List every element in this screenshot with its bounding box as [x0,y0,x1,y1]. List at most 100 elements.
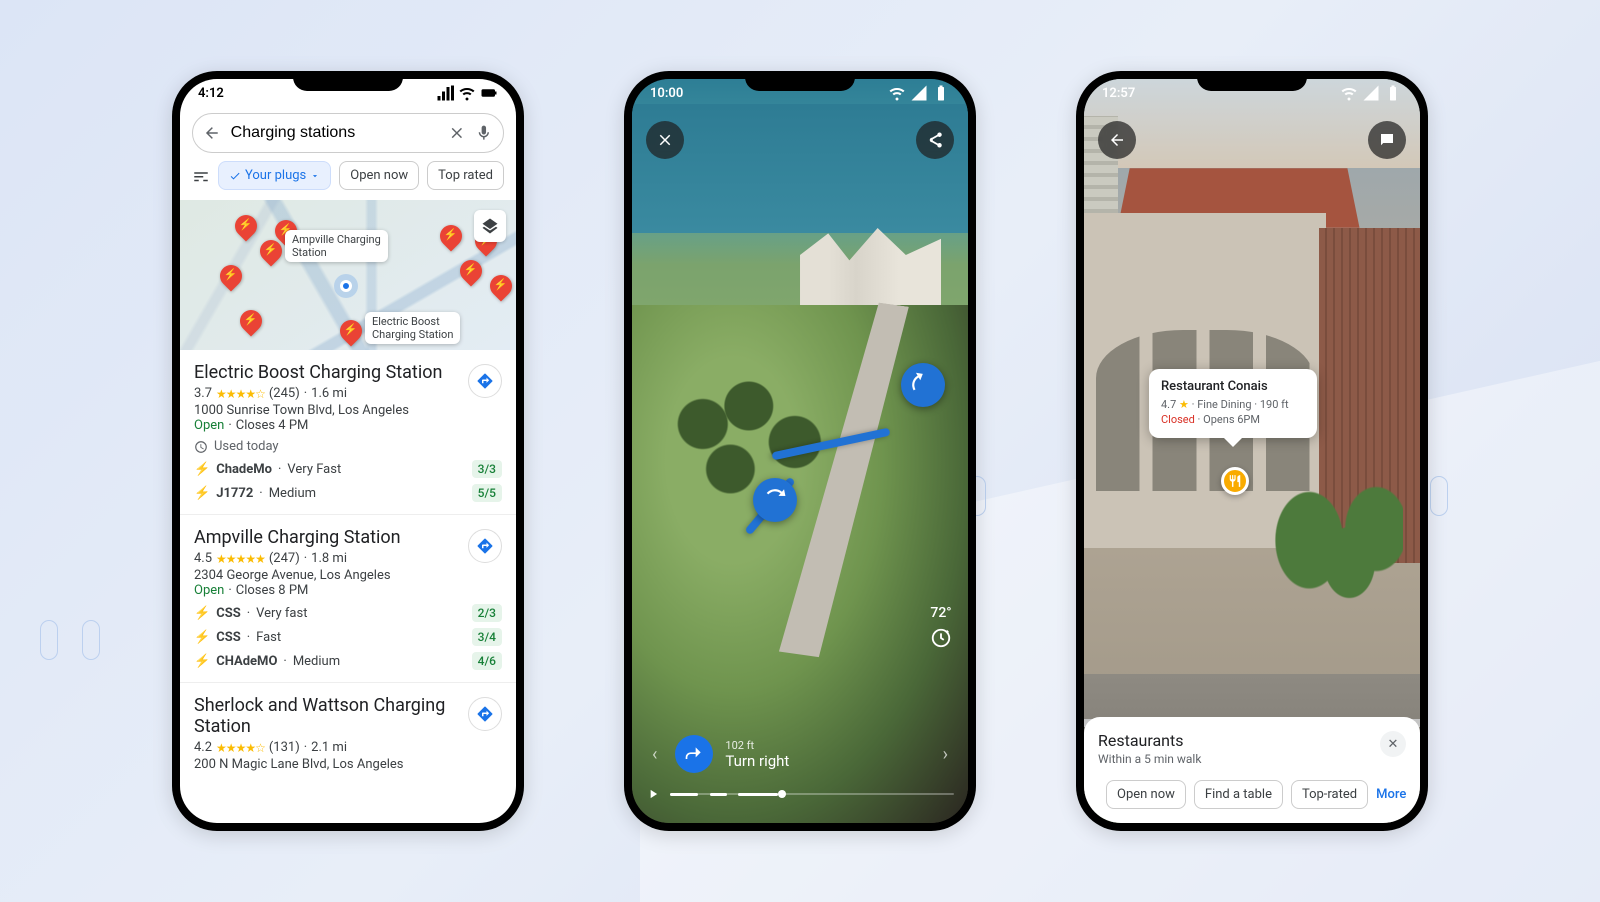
place-tooltip[interactable]: Restaurant Conais 4.7 ★ · Fine Dining · … [1149,369,1317,438]
result-item[interactable]: Sherlock and Wattson Charging Station 4.… [180,682,516,784]
play-icon[interactable] [646,787,660,801]
restaurant-icon [1228,474,1242,488]
check-icon [229,170,241,182]
wifi-icon [888,84,906,102]
wifi-icon [458,84,476,102]
map-label-electric[interactable]: Electric Boost Charging Station [365,312,460,344]
close-icon [656,131,674,149]
signal-icon [1362,84,1380,102]
nav-distance: 102 ft [725,739,924,752]
bolt-icon: ⚡ [194,606,210,621]
phone-charging-stations: 4:12 Your plugs Open now Top [172,71,524,831]
availability-badge: 2/3 [472,604,502,622]
bolt-icon: ⚡ [194,630,210,645]
filter-top-rated[interactable]: Top rated [427,161,504,190]
rating-stars-icon: ★★★★☆ [216,741,265,755]
clear-icon[interactable] [448,124,466,142]
directions-button[interactable] [468,697,502,731]
results-list: Electric Boost Charging Station 3.7 ★★★★… [180,350,516,823]
sheet-subtitle: Within a 5 min walk [1098,752,1406,766]
directions-icon [476,372,494,390]
plug-row: ⚡CSS · Very fast 2/3 [194,604,502,622]
map-pin[interactable] [455,255,486,286]
share-button[interactable] [916,121,954,159]
result-title: Sherlock and Wattson Charging Station [194,695,502,737]
status-time: 12:57 [1102,86,1135,101]
result-address: 1000 Sunrise Town Blvd, Los Angeles [194,403,502,418]
phone-immersive-nav: 10:00 72° ‹ 102 ft [624,71,976,831]
chip-top-rated[interactable]: Top-rated [1291,780,1368,809]
map-pin[interactable] [230,210,261,241]
route-arrow-icon [753,478,797,522]
status-time: 4:12 [198,86,224,101]
status-icons [436,84,498,102]
availability-badge: 4/6 [472,652,502,670]
map-pin[interactable] [215,260,246,291]
plug-row: ⚡CSS · Fast 3/4 [194,628,502,646]
directions-button[interactable] [468,364,502,398]
clock-icon [194,440,208,454]
close-button[interactable] [646,121,684,159]
availability-badge: 3/4 [472,628,502,646]
map-pin[interactable] [435,220,466,251]
feedback-button[interactable] [1368,121,1406,159]
search-bar[interactable] [192,113,504,153]
result-address: 200 N Magic Lane Blvd, Los Angeles [194,757,502,772]
next-step-button[interactable]: › [937,738,954,771]
bolt-icon: ⚡ [194,462,210,477]
signal-icon [436,84,454,102]
result-title: Ampville Charging Station [194,527,502,548]
map-view[interactable]: Ampville Charging Station Electric Boost… [180,200,516,350]
turn-right-icon [675,735,713,773]
back-button[interactable] [1098,121,1136,159]
tune-icon[interactable] [192,167,210,185]
mic-icon[interactable] [475,124,493,142]
chip-find-table[interactable]: Find a table [1194,780,1283,809]
map-pin[interactable] [235,305,266,336]
directions-button[interactable] [468,529,502,563]
sheet-close-button[interactable]: ✕ [1380,731,1406,757]
time-icon [930,627,952,649]
filter-your-plugs[interactable]: Your plugs [218,161,331,190]
bolt-icon: ⚡ [194,486,210,501]
map-label-ampville[interactable]: Ampville Charging Station [285,230,388,262]
result-item[interactable]: Electric Boost Charging Station 3.7 ★★★★… [180,350,516,514]
bolt-icon: ⚡ [194,654,210,669]
plug-row: ⚡CHAdeMO · Medium 4/6 [194,652,502,670]
my-location-dot [340,280,352,292]
bottom-sheet[interactable]: ✕ Restaurants Within a 5 min walk Open n… [1084,717,1420,823]
map-pin[interactable] [485,270,516,301]
sheet-title: Restaurants [1098,731,1406,750]
filter-open-now[interactable]: Open now [339,161,419,190]
status-icons [888,84,950,102]
nav-instruction-bar: ‹ 102 ft Turn right › [646,735,954,773]
route-progress[interactable] [646,787,954,801]
availability-badge: 5/5 [472,484,502,502]
share-icon [926,131,944,149]
plug-row: ⚡J1772 · Medium 5/5 [194,484,502,502]
layers-button[interactable] [474,210,506,242]
phone-ar-view: 12:57 Restaurant Conais 4.7 ★ · Fine Din… [1076,71,1428,831]
result-address: 2304 George Avenue, Los Angeles [194,568,502,583]
rating-stars-icon: ★★★★☆ [216,387,265,401]
directions-icon [476,537,494,555]
back-arrow-icon [1108,131,1126,149]
weather-widget[interactable]: 72° [930,605,952,653]
battery-icon [1384,84,1402,102]
more-filters-link[interactable]: More [1376,787,1406,802]
nav-direction: Turn right [725,752,924,770]
rating-stars-icon: ★★★★★ [216,552,265,566]
back-arrow-icon[interactable] [203,124,221,142]
dropdown-icon [310,171,320,181]
search-input[interactable] [231,124,438,142]
ar-place-pin[interactable] [1221,467,1249,495]
chip-open-now[interactable]: Open now [1106,780,1186,809]
battery-icon [932,84,950,102]
map-pin[interactable] [335,315,366,346]
place-name: Restaurant Conais [1161,379,1305,394]
feedback-icon [1378,131,1396,149]
result-item[interactable]: Ampville Charging Station 4.5 ★★★★★ (247… [180,514,516,682]
directions-icon [476,705,494,723]
star-icon: ★ [1179,398,1189,411]
prev-step-button[interactable]: ‹ [646,738,663,771]
